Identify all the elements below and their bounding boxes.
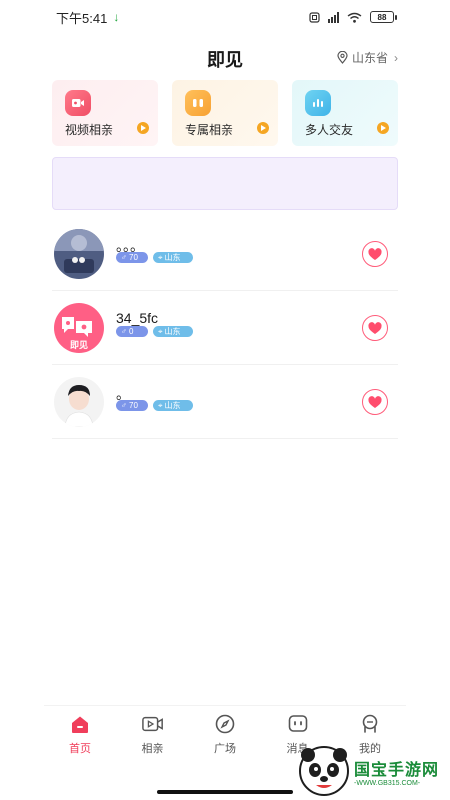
battery-icon: 88: [370, 11, 397, 23]
profile-icon: [359, 713, 381, 735]
status-left: 下午5:41 ↓: [56, 8, 119, 27]
nav-home[interactable]: 首页: [44, 706, 116, 763]
age-value: 0: [129, 327, 134, 336]
age-tag: ♂ 0: [116, 326, 148, 337]
compass-icon: [214, 713, 236, 735]
signal-icon: [328, 11, 339, 23]
header: 即见 山东省 ›: [0, 40, 450, 74]
male-icon: ♂: [121, 327, 127, 336]
watermark-url: -WWW.GB315.COM-: [354, 779, 421, 787]
wifi-icon: [347, 12, 362, 23]
nav-label: 首页: [69, 743, 91, 755]
card-label: 多人交友: [305, 123, 354, 137]
nav-label: 广场: [214, 743, 236, 755]
chevron-right-icon: ›: [394, 50, 398, 65]
user-tags: ♂ 0 ⌖ 山东: [116, 326, 193, 337]
message-icon: [287, 713, 309, 735]
nav-label: 相亲: [141, 743, 164, 755]
video-icon: [65, 90, 91, 116]
watermark: 国宝手游网 -WWW.GB315.COM-: [298, 745, 448, 797]
list-item[interactable]: 即见 34_5fc ♂ 0 ⌖ 山东: [52, 291, 398, 365]
play-icon: [137, 122, 149, 134]
card-exclusive-dating[interactable]: 专属相亲: [172, 80, 278, 146]
user-list: 。。。 ♂ 70 ⌖ 山东 即见 34_5fc ♂ 0 ⌖ 山东 。 ♂ 70 …: [52, 217, 398, 439]
location-pin-icon: ⌖: [158, 327, 163, 336]
male-icon: ♂: [121, 401, 127, 410]
group-chart-icon: [305, 90, 331, 116]
location-tag: ⌖ 山东: [153, 400, 193, 411]
age-value: 70: [129, 253, 138, 262]
panda-logo-icon: [299, 746, 349, 796]
play-icon: [377, 122, 389, 134]
avatar-brand-text: 即见: [70, 340, 88, 351]
age-tag: ♂ 70: [116, 252, 148, 263]
like-button[interactable]: [362, 389, 388, 415]
user-name: 34_5fc: [116, 310, 159, 326]
age-tag: ♂ 70: [116, 400, 148, 411]
nav-square[interactable]: 广场: [189, 706, 261, 763]
location-pin-icon: ⌖: [158, 401, 163, 410]
status-right: 88: [309, 11, 397, 23]
card-label: 视频相亲: [65, 123, 114, 137]
status-time: 下午5:41: [56, 10, 108, 26]
card-label: 专属相亲: [185, 123, 234, 137]
location-value: 山东: [164, 401, 181, 410]
nfc-icon: [309, 11, 320, 23]
category-cards: 视频相亲 专属相亲 多人交友: [52, 80, 398, 146]
couple-icon: [185, 90, 211, 116]
location-tag: ⌖ 山东: [153, 326, 193, 337]
status-bar: 下午5:41 ↓ 88: [0, 0, 450, 34]
card-video-dating[interactable]: 视频相亲: [52, 80, 158, 146]
nav-dating[interactable]: 相亲: [117, 706, 189, 763]
heart-icon: [368, 247, 382, 260]
location-pin-icon: [337, 51, 348, 64]
list-item[interactable]: 。。。 ♂ 70 ⌖ 山东: [52, 217, 398, 291]
watermark-title: 国宝手游网: [354, 761, 440, 779]
download-arrow-icon: ↓: [113, 10, 120, 24]
like-button[interactable]: [362, 241, 388, 267]
watermark-text: 国宝手游网 -WWW.GB315.COM-: [354, 756, 439, 787]
heart-icon: [368, 321, 382, 334]
home-icon: [69, 713, 91, 735]
location-pin-icon: ⌖: [158, 253, 163, 262]
heart-icon: [368, 395, 382, 408]
list-item[interactable]: 。 ♂ 70 ⌖ 山东: [52, 365, 398, 439]
video-camera-icon: [141, 713, 164, 735]
location-tag: ⌖ 山东: [153, 252, 193, 263]
promo-banner[interactable]: [52, 157, 398, 210]
avatar[interactable]: [54, 229, 104, 279]
user-tags: ♂ 70 ⌖ 山东: [116, 252, 193, 263]
location-selector[interactable]: 山东省 ›: [337, 49, 398, 66]
avatar[interactable]: [54, 377, 104, 427]
avatar[interactable]: 即见: [54, 303, 104, 353]
like-button[interactable]: [362, 315, 388, 341]
male-icon: ♂: [121, 253, 127, 262]
location-label: 山东省: [351, 51, 388, 65]
home-indicator: [157, 790, 293, 794]
location-value: 山东: [164, 253, 181, 262]
age-value: 70: [129, 401, 138, 410]
play-icon: [257, 122, 269, 134]
location-value: 山东: [164, 327, 181, 336]
user-tags: ♂ 70 ⌖ 山东: [116, 400, 193, 411]
card-group-friends[interactable]: 多人交友: [292, 80, 398, 146]
